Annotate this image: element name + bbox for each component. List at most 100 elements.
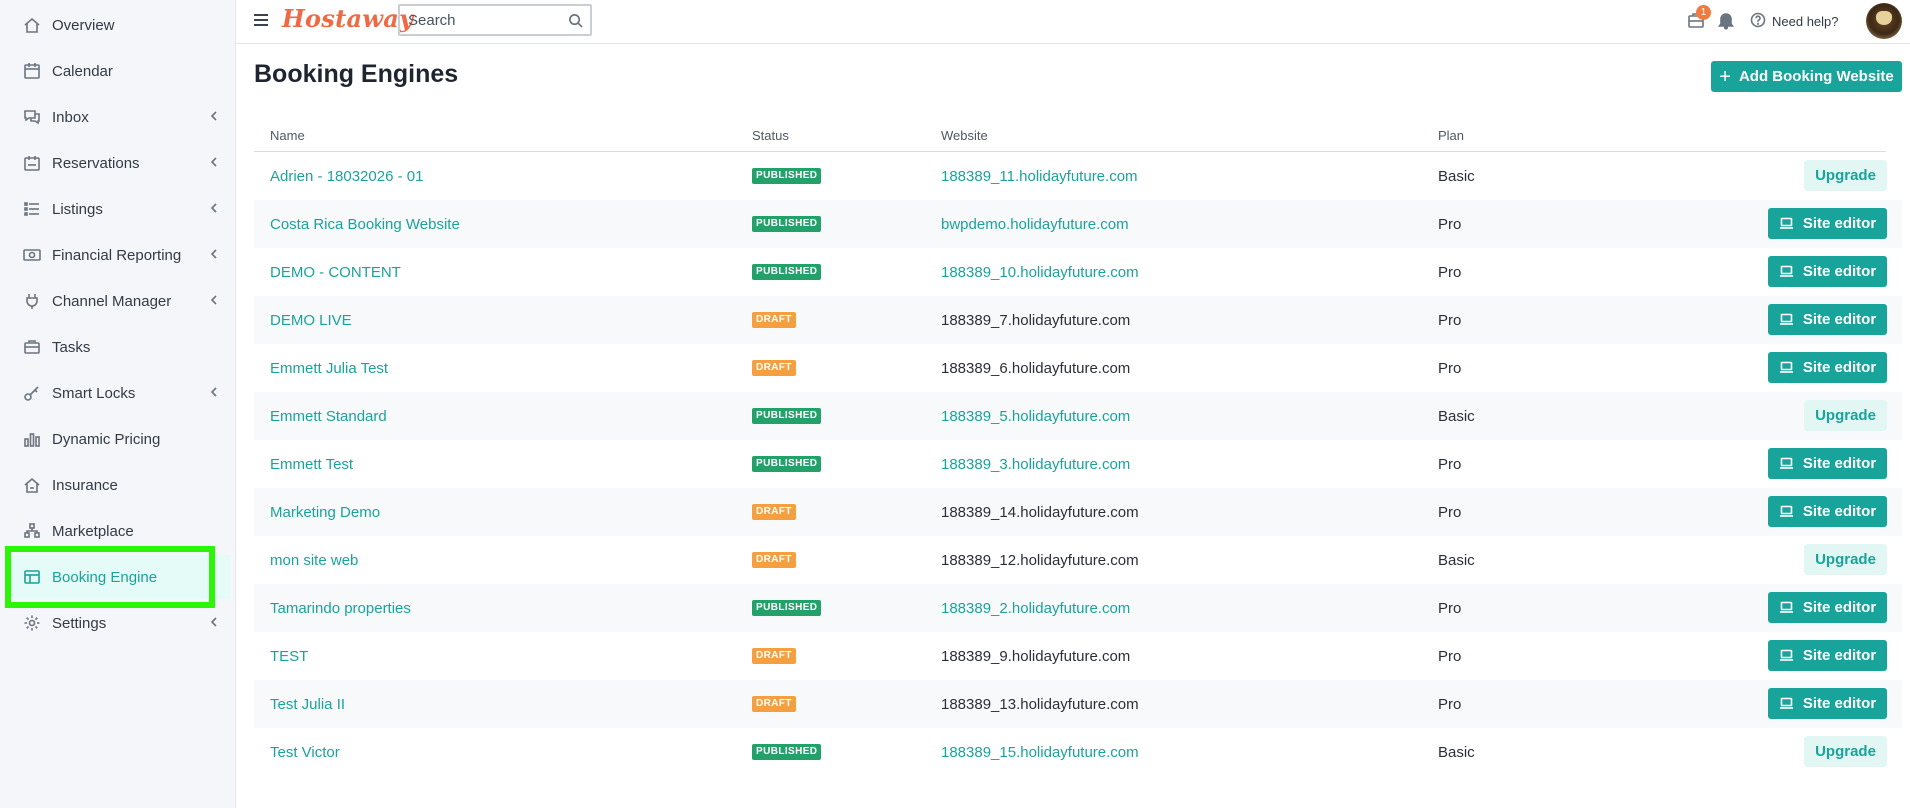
upgrade-label: Upgrade (1815, 743, 1876, 760)
website-link[interactable]: bwpdemo.holidayfuture.com (941, 200, 1129, 248)
site-editor-label: Site editor (1802, 503, 1877, 520)
booking-engine-name-link[interactable]: DEMO - CONTENT (270, 248, 401, 296)
chevron-left-icon (208, 615, 222, 629)
plan-text: Pro (1438, 455, 1462, 473)
chevron-left-icon (208, 201, 222, 215)
plan-text: Basic (1438, 743, 1475, 761)
sidebar: Overview Calendar Inbox Reservations Listing… (0, 0, 236, 808)
booking-engine-name-link[interactable]: Adrien - 18032026 - 01 (270, 152, 423, 200)
upgrade-button[interactable]: Upgrade (1804, 160, 1887, 191)
site-editor-button[interactable]: Site editor (1768, 256, 1887, 287)
list-icon (22, 199, 42, 219)
booking-engine-name-link[interactable]: Emmett Standard (270, 392, 387, 440)
column-header-name: Name (270, 128, 305, 143)
sidebar-item-tasks[interactable]: Tasks (8, 325, 230, 369)
booking-engine-name-link[interactable]: Tamarindo properties (270, 584, 411, 632)
booking-engine-name-link[interactable]: Costa Rica Booking Website (270, 200, 460, 248)
search-icon[interactable] (568, 13, 584, 29)
home-icon (22, 15, 42, 35)
plug-icon (22, 291, 42, 311)
sidebar-item-dynamic-pricing[interactable]: Dynamic Pricing (8, 417, 230, 461)
upgrade-button[interactable]: Upgrade (1804, 736, 1887, 767)
status-cell: DRAFT (752, 536, 796, 584)
column-header-status: Status (752, 128, 789, 143)
website-link[interactable]: 188389_15.holidayfuture.com (941, 728, 1139, 776)
booking-engine-name-link[interactable]: Marketing Demo (270, 488, 380, 536)
add-booking-website-button[interactable]: + Add Booking Website (1711, 61, 1902, 92)
laptop-icon (1779, 457, 1795, 471)
booking-engine-name-link[interactable]: Emmett Julia Test (270, 344, 388, 392)
laptop-icon (1779, 505, 1795, 519)
site-editor-button[interactable]: Site editor (1768, 304, 1887, 335)
sidebar-item-insurance[interactable]: Insurance (8, 463, 230, 507)
status-badge: PUBLISHED (752, 744, 822, 760)
sidebar-item-inbox[interactable]: Inbox (8, 95, 230, 139)
notification-badge: 1 (1696, 5, 1711, 20)
status-cell: DRAFT (752, 344, 796, 392)
booking-engine-name-link[interactable]: Emmett Test (270, 440, 353, 488)
table-row: DEMO LIVE DRAFT 188389_7.holidayfuture.com… (254, 296, 1902, 344)
booking-engine-name-link[interactable]: TEST (270, 632, 308, 680)
website-link[interactable]: 188389_11.holidayfuture.com (941, 152, 1138, 200)
search-box[interactable] (398, 4, 592, 36)
search-input[interactable] (400, 6, 560, 34)
sidebar-item-channel-manager[interactable]: Channel Manager (8, 279, 230, 323)
site-editor-button[interactable]: Site editor (1768, 688, 1887, 719)
upgrade-button[interactable]: Upgrade (1804, 544, 1887, 575)
website-link[interactable]: 188389_5.holidayfuture.com (941, 392, 1130, 440)
laptop-icon (1779, 649, 1795, 663)
website-link[interactable]: 188389_2.holidayfuture.com (941, 584, 1130, 632)
table-row: Marketing Demo DRAFT 188389_14.holidayfutu… (254, 488, 1902, 536)
chevron-left-icon (208, 247, 222, 261)
briefcase-icon (22, 337, 42, 357)
site-editor-button[interactable]: Site editor (1768, 496, 1887, 527)
bell-icon[interactable] (1716, 10, 1738, 32)
plan-text: Basic (1438, 407, 1475, 425)
site-editor-button[interactable]: Site editor (1768, 352, 1887, 383)
table-row: mon site web DRAFT 188389_12.holidayfuture… (254, 536, 1902, 584)
plus-icon: + (1719, 65, 1731, 88)
add-booking-website-label: Add Booking Website (1738, 68, 1894, 85)
site-editor-label: Site editor (1802, 263, 1877, 280)
sidebar-item-reservations[interactable]: Reservations (8, 141, 230, 185)
menu-icon[interactable] (252, 11, 272, 31)
sidebar-item-financial-reporting[interactable]: Financial Reporting (8, 233, 230, 277)
help-link[interactable]: Need help? (1750, 12, 1839, 30)
website-text: 188389_12.holidayfuture.com (941, 551, 1139, 569)
chevron-left-icon (208, 293, 222, 307)
sidebar-item-overview[interactable]: Overview (8, 3, 230, 47)
sidebar-item-booking-engine[interactable]: Booking Engine (8, 555, 230, 599)
sidebar-item-label: Marketplace (52, 522, 134, 540)
plan-text: Basic (1438, 551, 1475, 569)
site-editor-button[interactable]: Site editor (1768, 208, 1887, 239)
hostaway-logo[interactable]: Hostaway (282, 4, 413, 33)
sidebar-item-smart-locks[interactable]: Smart Locks (8, 371, 230, 415)
sidebar-item-settings[interactable]: Settings (8, 601, 230, 645)
booking-engine-name-link[interactable]: Test Julia II (270, 680, 345, 728)
site-editor-button[interactable]: Site editor (1768, 448, 1887, 479)
website-text: 188389_13.holidayfuture.com (941, 695, 1139, 713)
avatar[interactable] (1866, 3, 1902, 39)
booking-engine-name-link[interactable]: mon site web (270, 536, 358, 584)
table-row: DEMO - CONTENT PUBLISHED 188389_10.holiday… (254, 248, 1902, 296)
sidebar-item-label: Settings (52, 614, 107, 632)
sidebar-item-marketplace[interactable]: Marketplace (8, 509, 230, 553)
sidebar-item-label: Inbox (52, 108, 89, 126)
site-editor-label: Site editor (1802, 695, 1877, 712)
site-editor-button[interactable]: Site editor (1768, 640, 1887, 671)
status-cell: DRAFT (752, 488, 796, 536)
question-icon (1750, 12, 1768, 30)
booking-engine-name-link[interactable]: Test Victor (270, 728, 340, 776)
site-editor-button[interactable]: Site editor (1768, 592, 1887, 623)
upgrade-button[interactable]: Upgrade (1804, 400, 1887, 431)
laptop-icon (1779, 601, 1795, 615)
status-badge: PUBLISHED (752, 216, 822, 232)
sidebar-item-calendar[interactable]: Calendar (8, 49, 230, 93)
plan-text: Pro (1438, 647, 1462, 665)
website-link[interactable]: 188389_3.holidayfuture.com (941, 440, 1130, 488)
sidebar-item-listings[interactable]: Listings (8, 187, 230, 231)
booking-engine-name-link[interactable]: DEMO LIVE (270, 296, 352, 344)
calendar-icon (22, 61, 42, 81)
house-shield-icon (22, 475, 42, 495)
website-link[interactable]: 188389_10.holidayfuture.com (941, 248, 1139, 296)
